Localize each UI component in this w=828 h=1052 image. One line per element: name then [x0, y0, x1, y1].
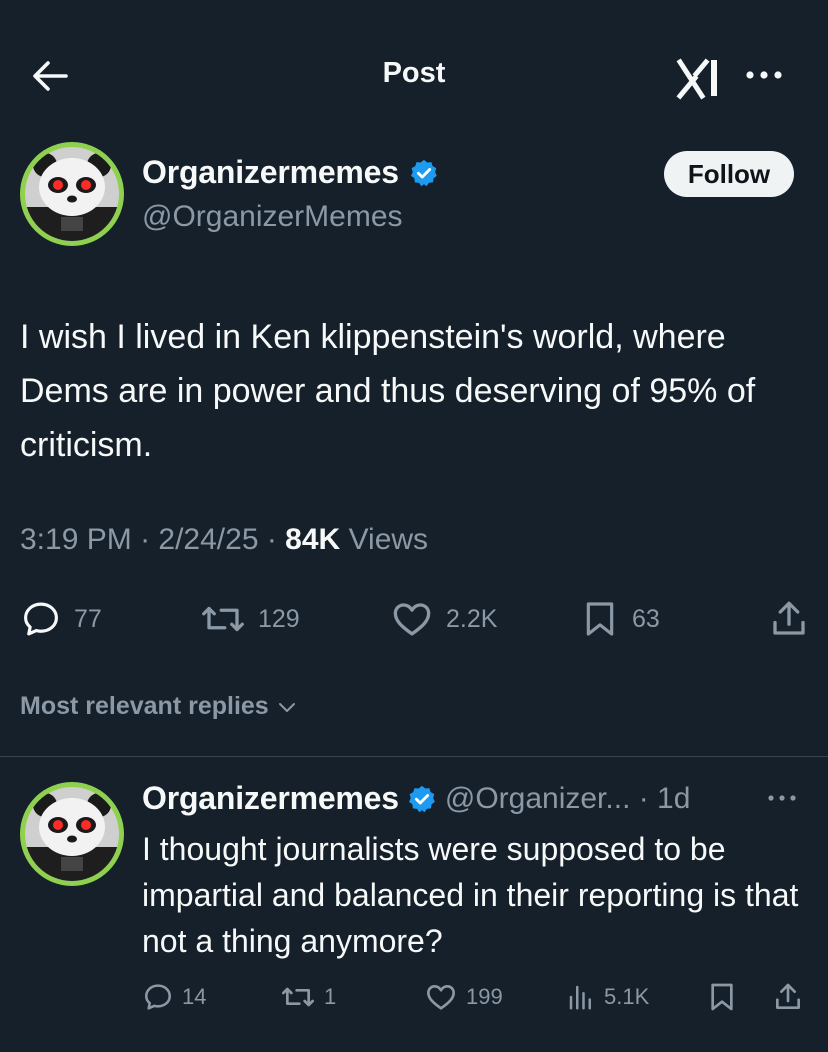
bookmark-icon — [586, 602, 614, 636]
reply-author-name[interactable]: Organizermemes — [142, 780, 399, 817]
panda-avatar-image — [25, 147, 119, 241]
share-icon — [773, 601, 805, 635]
reply-repost-button[interactable]: 1 — [280, 981, 336, 1013]
follow-button[interactable]: Follow — [664, 151, 794, 197]
bookmark-icon — [711, 983, 733, 1011]
repost-button[interactable]: 129 — [200, 598, 300, 640]
reply-handle-time[interactable]: @Organizer... · 1d — [445, 782, 691, 816]
repost-count: 129 — [258, 604, 300, 633]
reply-text: I thought journalists were supposed to b… — [142, 831, 799, 959]
views-count[interactable]: 84K — [285, 523, 340, 556]
replies-sort-dropdown[interactable]: Most relevant replies — [20, 692, 299, 721]
verified-badge-icon — [410, 159, 437, 186]
grok-icon — [676, 58, 717, 100]
post-text: I wish I lived in Ken klippenstein's wor… — [20, 318, 756, 464]
reply-more-button[interactable] — [762, 786, 802, 810]
panda-avatar-image — [25, 787, 119, 881]
reply-like-button[interactable]: 199 — [424, 981, 503, 1013]
heart-icon — [427, 985, 455, 1010]
share-button[interactable] — [768, 598, 810, 640]
reply-comment-count: 14 — [182, 984, 207, 1009]
reply-comment-button[interactable]: 14 — [142, 981, 206, 1013]
bookmark-button[interactable]: 63 — [580, 598, 660, 640]
author-name[interactable]: Organizermemes — [142, 154, 399, 191]
post-date: 2/24/25 — [158, 523, 259, 556]
divider — [0, 756, 828, 757]
reply-count: 77 — [74, 604, 102, 633]
reply-views-button[interactable]: 5.1K — [566, 981, 649, 1013]
chevron-down-icon — [278, 702, 295, 712]
reply-repost-count: 1 — [324, 984, 337, 1009]
avatar[interactable] — [20, 142, 124, 246]
reply-views-count: 5.1K — [604, 984, 650, 1009]
reply-share-button[interactable] — [772, 981, 804, 1013]
more-options-button[interactable] — [742, 60, 786, 90]
reply-button[interactable]: 77 — [20, 598, 102, 640]
comment-icon — [145, 984, 172, 1010]
ellipsis-icon — [768, 795, 796, 801]
analytics-icon — [569, 985, 591, 1010]
repost-icon — [282, 987, 314, 1007]
bookmark-count: 63 — [632, 604, 660, 633]
comment-icon — [24, 602, 58, 636]
repost-icon — [202, 606, 244, 632]
heart-icon — [393, 603, 431, 636]
replies-sort-label: Most relevant replies — [20, 692, 269, 720]
grok-button[interactable] — [676, 56, 724, 100]
share-icon — [776, 983, 800, 1009]
like-count: 2.2K — [446, 604, 498, 633]
post-meta: 3:19 PM · 2/24/25 · 84K Views — [20, 523, 429, 556]
post-time: 3:19 PM — [20, 523, 132, 556]
views-label[interactable]: Views — [349, 523, 428, 556]
reply-avatar[interactable] — [20, 782, 124, 886]
verified-badge-icon — [408, 785, 435, 812]
reply-like-count: 199 — [466, 984, 503, 1009]
ellipsis-icon — [746, 71, 782, 79]
like-button[interactable]: 2.2K — [390, 598, 497, 640]
author-handle[interactable]: @OrganizerMemes — [142, 200, 403, 234]
reply-bookmark-button[interactable] — [706, 981, 738, 1013]
